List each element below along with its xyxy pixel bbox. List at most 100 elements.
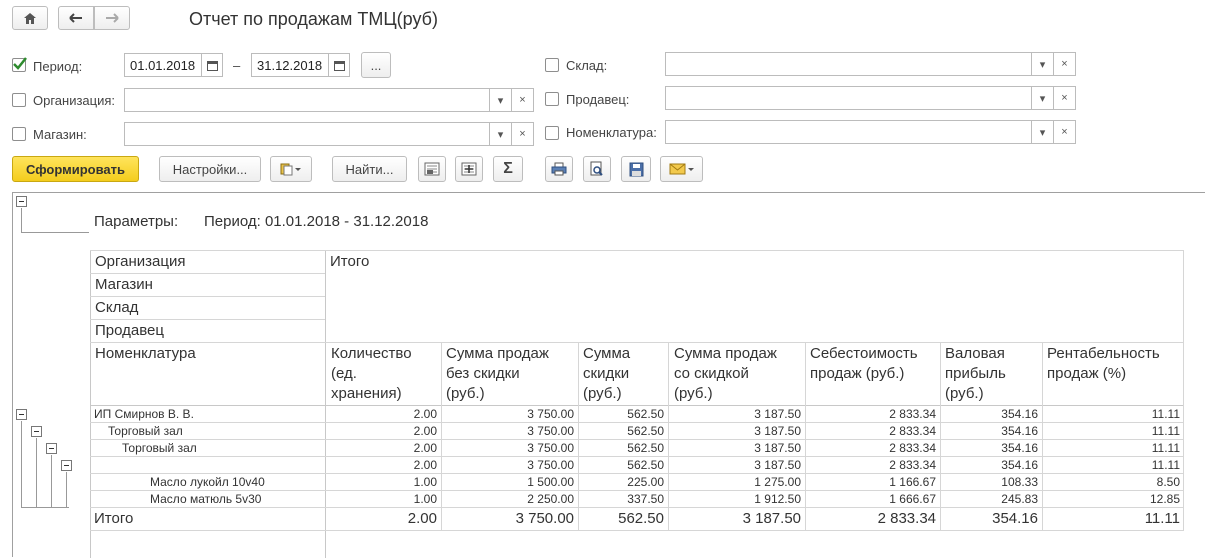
store-dropdown-button[interactable]: ▾: [490, 122, 512, 146]
header-line: (ед.: [331, 365, 357, 382]
nomenclature-checkbox[interactable]: [545, 126, 559, 140]
close-icon: ×: [519, 128, 526, 140]
organization-clear-button[interactable]: ×: [512, 88, 534, 112]
save-button[interactable]: [621, 156, 651, 182]
column-header-sales-with-discount: Сумма продаж со скидкой (руб.): [674, 344, 777, 404]
find-button[interactable]: Найти...: [332, 156, 407, 182]
grid-line: [90, 273, 325, 274]
header-line: (руб.): [583, 385, 622, 402]
grid-line: [90, 296, 325, 297]
seller-dropdown-button[interactable]: ▾: [1032, 86, 1054, 110]
forward-button[interactable]: [94, 6, 130, 30]
row-group-store: Магазин: [95, 276, 153, 293]
row-collapse-toggle[interactable]: [31, 426, 42, 437]
seller-clear-button[interactable]: ×: [1054, 86, 1076, 110]
checkmark-icon: [13, 57, 27, 70]
cell-sales-with-discount: 3 187.50: [754, 424, 801, 438]
tree-connector: [51, 455, 52, 507]
cell-cost: 2 833.34: [889, 458, 936, 472]
cell-sales-no-discount: 3 750.00: [527, 424, 574, 438]
cell-quantity: 2.00: [413, 424, 437, 438]
preview-button[interactable]: [583, 156, 611, 182]
row-name: Торговый зал: [108, 424, 183, 438]
grid-line: [90, 319, 325, 320]
printer-icon: [551, 162, 567, 176]
calendar-icon: [333, 60, 345, 71]
row-collapse-toggle[interactable]: [46, 443, 57, 454]
period-select-button[interactable]: ...: [361, 52, 391, 78]
column-header-discount: Сумма скидки (руб.): [583, 344, 630, 404]
nomenclature-clear-button[interactable]: ×: [1054, 120, 1076, 144]
organization-field[interactable]: [124, 88, 490, 112]
header-line: Себестоимость: [810, 345, 918, 362]
seller-checkbox[interactable]: [545, 92, 559, 106]
grid-line: [668, 342, 669, 530]
cell-cost: 2 833.34: [889, 424, 936, 438]
grid-line: [90, 456, 1184, 457]
cell-discount: 562.50: [627, 424, 664, 438]
store-checkbox[interactable]: [12, 127, 26, 141]
generate-button[interactable]: Сформировать: [12, 156, 139, 182]
floppy-disk-icon: [629, 162, 643, 176]
column-header-quantity: Количество (ед. хранения): [331, 344, 412, 404]
cell-sales-no-discount: 2 250.00: [527, 492, 574, 506]
row-collapse-toggle[interactable]: [61, 460, 72, 471]
header-line: без скидки: [446, 365, 520, 382]
grid-line: [90, 530, 1184, 531]
cell-quantity: 2.00: [413, 458, 437, 472]
organization-dropdown-button[interactable]: ▾: [490, 88, 512, 112]
nomenclature-field[interactable]: [665, 120, 1032, 144]
seller-field[interactable]: [665, 86, 1032, 110]
cell-discount: 562.50: [627, 407, 664, 421]
row-collapse-toggle[interactable]: [16, 409, 27, 420]
nomenclature-dropdown-button[interactable]: ▾: [1032, 120, 1054, 144]
close-icon: ×: [1061, 58, 1068, 70]
warehouse-clear-button[interactable]: ×: [1054, 52, 1076, 76]
send-email-button[interactable]: [660, 156, 703, 182]
period-to-field[interactable]: 31.12.2018: [251, 53, 329, 77]
cell-sales-with-discount: 3 187.50: [754, 407, 801, 421]
header-line: (руб.): [945, 385, 984, 402]
expand-groups-button[interactable]: [455, 156, 483, 182]
grid-line: [90, 342, 1184, 343]
report-spreadsheet[interactable]: Параметры: Период: 01.01.2018 - 31.12.20…: [12, 192, 1205, 558]
warehouse-checkbox[interactable]: [545, 58, 559, 72]
period-from-field[interactable]: 01.01.2018: [124, 53, 202, 77]
settings-button[interactable]: Настройки...: [159, 156, 261, 182]
cell-profitability: 12.85: [1149, 492, 1180, 506]
expand-groups-icon: [461, 162, 477, 176]
header-line: Сумма продаж: [674, 345, 777, 362]
params-collapse-toggle[interactable]: [16, 196, 27, 207]
print-button[interactable]: [545, 156, 573, 182]
organization-checkbox[interactable]: [12, 93, 26, 107]
period-checkbox[interactable]: [12, 57, 27, 72]
store-clear-button[interactable]: ×: [512, 122, 534, 146]
collapse-groups-button[interactable]: [418, 156, 446, 182]
period-from-calendar-button[interactable]: [202, 53, 223, 77]
column-header-profitability: Рентабельность продаж (%): [1047, 344, 1160, 384]
close-icon: ×: [1061, 92, 1068, 104]
grid-line: [441, 342, 442, 530]
cell-gross-profit: 245.83: [1001, 492, 1038, 506]
cell-cost: 2 833.34: [889, 407, 936, 421]
cell-sales-no-discount: 3 750.00: [527, 407, 574, 421]
params-label: Параметры:: [94, 213, 179, 230]
total-sales-with-discount: 3 187.50: [742, 510, 801, 527]
back-button[interactable]: [58, 6, 94, 30]
sum-button[interactable]: Σ: [493, 156, 523, 182]
total-cost: 2 833.34: [877, 510, 936, 527]
warehouse-dropdown-button[interactable]: ▾: [1032, 52, 1054, 76]
home-button[interactable]: [12, 6, 48, 30]
cell-quantity: 2.00: [413, 441, 437, 455]
page-title: Отчет по продажам ТМЦ(руб): [189, 9, 438, 29]
params-value: Период: 01.01.2018 - 31.12.2018: [204, 213, 429, 230]
cell-sales-no-discount: 3 750.00: [527, 458, 574, 472]
store-field[interactable]: [124, 122, 490, 146]
period-to-calendar-button[interactable]: [329, 53, 350, 77]
collapse-groups-icon: [424, 162, 440, 176]
cell-sales-with-discount: 1 275.00: [754, 475, 801, 489]
warehouse-field[interactable]: [665, 52, 1032, 76]
variants-button[interactable]: [270, 156, 312, 182]
grid-line: [805, 342, 806, 530]
header-line: хранения): [331, 385, 402, 402]
